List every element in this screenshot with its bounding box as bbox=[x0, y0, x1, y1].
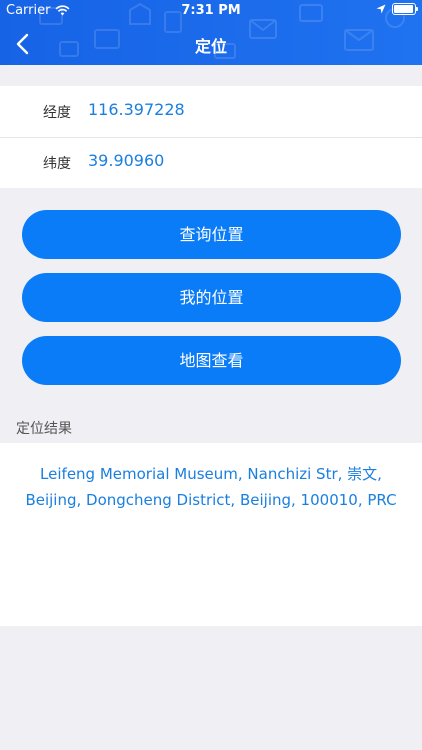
query-location-button[interactable]: 查询位置 bbox=[22, 210, 401, 259]
map-view-button[interactable]: 地图查看 bbox=[22, 336, 401, 385]
latitude-row: 纬度 bbox=[0, 137, 422, 188]
result-address: Leifeng Memorial Museum, Nanchizi Str, 崇… bbox=[25, 465, 397, 509]
battery-fill bbox=[394, 5, 413, 13]
latitude-label: 纬度 bbox=[43, 156, 71, 172]
coordinates-card: 经度 纬度 bbox=[0, 86, 422, 188]
status-time: 7:31 PM bbox=[181, 3, 241, 18]
battery-icon bbox=[392, 3, 418, 15]
longitude-label: 经度 bbox=[43, 105, 71, 121]
result-section-label: 定位结果 bbox=[16, 421, 72, 437]
nav-bar: 定位 bbox=[0, 22, 422, 65]
result-panel: Leifeng Memorial Museum, Nanchizi Str, 崇… bbox=[0, 443, 422, 626]
status-bar: Carrier 7:31 PM bbox=[0, 0, 422, 22]
page-title: 定位 bbox=[194, 37, 227, 56]
longitude-row: 经度 bbox=[0, 86, 422, 137]
my-location-button[interactable]: 我的位置 bbox=[22, 273, 401, 322]
header: Carrier 7:31 PM 定位 bbox=[0, 0, 422, 65]
longitude-input[interactable] bbox=[88, 100, 388, 119]
location-arrow-icon bbox=[376, 4, 386, 14]
latitude-input[interactable] bbox=[88, 151, 388, 170]
